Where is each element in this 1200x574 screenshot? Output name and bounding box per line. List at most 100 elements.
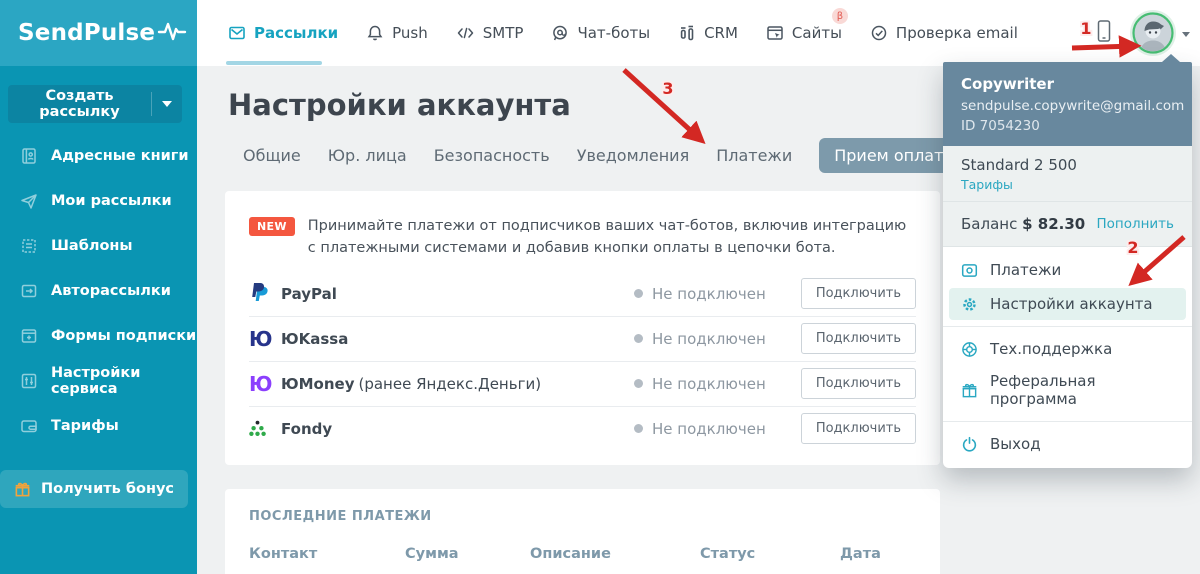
nav-item-campaigns[interactable]: Рассылки xyxy=(228,24,338,42)
sidebar-item-subscription-forms[interactable]: Формы подписки xyxy=(0,313,197,358)
gift-icon xyxy=(15,482,30,496)
crm-icon xyxy=(680,25,694,41)
sidebar-item-label: Мои рассылки xyxy=(51,192,172,209)
status-dot-icon xyxy=(634,379,643,389)
status-label: Не подключен xyxy=(652,329,766,348)
logout-icon xyxy=(962,436,977,452)
status-label: Не подключен xyxy=(652,284,766,303)
connect-button[interactable]: Подключить xyxy=(800,278,916,310)
sidebar-item-label: Настройки сервиса xyxy=(51,364,141,397)
sidebar-item-label: Авторассылки xyxy=(51,282,171,299)
nav-item-sites[interactable]: Сайты β xyxy=(766,8,848,42)
connect-button[interactable]: Подключить xyxy=(800,323,916,355)
balance-label: Баланс $ 82.30 xyxy=(961,215,1086,233)
create-campaign-button[interactable]: Создать рассылку xyxy=(8,85,182,123)
tab-general[interactable]: Общие xyxy=(243,146,301,165)
tab-security[interactable]: Безопасность xyxy=(434,146,550,165)
tab-accept-payments[interactable]: Прием оплат xyxy=(819,138,959,173)
menu-divider xyxy=(943,326,1192,327)
check-circle-icon xyxy=(871,25,887,41)
column-date: Дата xyxy=(840,545,881,562)
nav-label: Чат-боты xyxy=(577,24,651,42)
sidebar-item-templates[interactable]: Шаблоны xyxy=(0,223,197,268)
account-info: Copywriter sendpulse.copywrite@gmail.com… xyxy=(943,62,1192,146)
menu-item-referral-program[interactable]: Реферальная программа xyxy=(943,365,1192,415)
payment-row-paypal: PayPal Не подключен Подключить xyxy=(249,272,916,316)
create-campaign-label: Создать рассылку xyxy=(39,88,120,120)
create-campaign-caret[interactable] xyxy=(151,92,182,116)
status-dot-icon xyxy=(634,424,643,434)
address-book-icon xyxy=(22,147,36,164)
nav-item-push[interactable]: Push xyxy=(366,24,428,42)
tab-legal-entities[interactable]: Юр. лица xyxy=(328,146,407,165)
sidebar-item-label: Формы подписки xyxy=(51,327,197,344)
menu-divider xyxy=(943,421,1192,422)
sendpulse-app: SendPulse Создать рассылку Адресные книг… xyxy=(0,0,1200,574)
tab-notifications[interactable]: Уведомления xyxy=(577,146,690,165)
sidebar-item-service-settings[interactable]: Настройки сервиса xyxy=(0,358,197,403)
pricing-link[interactable]: Тарифы xyxy=(961,177,1174,192)
support-icon xyxy=(962,341,977,357)
mobile-app-icon[interactable] xyxy=(1096,19,1112,47)
status-dot-icon xyxy=(634,334,643,344)
status-label: Не подключен xyxy=(652,374,766,393)
fondy-icon xyxy=(249,420,281,437)
nav-label: Сайты xyxy=(791,24,842,42)
menu-item-label: Тех.поддержка xyxy=(990,340,1113,358)
avatar-chevron-icon[interactable] xyxy=(1182,32,1190,37)
recent-payments-card: ПОСЛЕДНИЕ ПЛАТЕЖИ Контакт Сумма Описание… xyxy=(225,488,940,574)
sidebar-item-label: Шаблоны xyxy=(51,237,133,254)
account-email: sendpulse.copywrite@gmail.com xyxy=(961,98,1185,114)
logo[interactable]: SendPulse xyxy=(0,0,197,66)
menu-item-label: Выход xyxy=(990,435,1041,453)
balance-section: Баланс $ 82.30 Пополнить xyxy=(943,202,1192,247)
menu-item-logout[interactable]: Выход xyxy=(943,428,1192,460)
campaigns-icon xyxy=(21,193,37,209)
menu-item-support[interactable]: Тех.поддержка xyxy=(943,333,1192,365)
column-description: Описание xyxy=(530,545,611,562)
browser-icon xyxy=(767,26,783,40)
payment-status: Не подключен xyxy=(634,330,766,348)
beta-badge: β xyxy=(831,8,848,24)
logo-text: SendPulse xyxy=(18,20,156,46)
topup-link[interactable]: Пополнить xyxy=(1096,216,1174,232)
new-badge: NEW xyxy=(249,217,295,236)
notice-text: Принимайте платежи от подписчиков ваших … xyxy=(307,218,907,257)
top-nav: Рассылки Push SMTP Чат-боты CRM Сайты β … xyxy=(197,0,1200,66)
sidebar-item-pricing[interactable]: Тарифы xyxy=(0,403,197,448)
plan-section: Standard 2 500 Тарифы xyxy=(943,146,1192,202)
avatar[interactable] xyxy=(1130,10,1176,56)
menu-item-label: Настройки аккаунта xyxy=(990,295,1153,313)
active-nav-underline xyxy=(226,61,322,65)
sidebar-item-autocampaigns[interactable]: Авторассылки xyxy=(0,268,197,313)
nav-item-chatbots[interactable]: Чат-боты xyxy=(551,24,650,42)
account-dropdown: Copywriter sendpulse.copywrite@gmail.com… xyxy=(943,54,1192,468)
payment-name: ЮKassa xyxy=(281,329,349,348)
account-menu-list: Платежи Настройки аккаунта Тех.поддержка… xyxy=(943,247,1192,468)
nav-label: CRM xyxy=(704,24,738,42)
service-settings-icon xyxy=(21,373,37,388)
sidebar-item-address-books[interactable]: Адресные книги xyxy=(0,133,197,178)
sidebar-menu: Адресные книги Мои рассылки Шаблоны Авто… xyxy=(0,133,197,448)
menu-item-payments[interactable]: Платежи xyxy=(943,254,1192,286)
nav-item-smtp[interactable]: SMTP xyxy=(456,24,523,42)
tab-payments[interactable]: Платежи xyxy=(716,146,792,165)
connect-button[interactable]: Подключить xyxy=(800,368,916,400)
nav-label: Рассылки xyxy=(254,24,339,42)
payment-status: Не подключен xyxy=(634,375,766,393)
autocampaigns-icon xyxy=(21,284,37,297)
connect-button[interactable]: Подключить xyxy=(800,413,916,445)
sidebar-item-my-campaigns[interactable]: Мои рассылки xyxy=(0,178,197,223)
recent-payments-header: Контакт Сумма Описание Статус Дата xyxy=(249,546,916,562)
yoomoney-icon: Ю xyxy=(249,371,273,396)
get-bonus-button[interactable]: Получить бонус xyxy=(0,470,188,508)
menu-item-account-settings[interactable]: Настройки аккаунта xyxy=(949,288,1186,320)
nav-label: Push xyxy=(392,24,428,42)
sidebar: SendPulse Создать рассылку Адресные книг… xyxy=(0,0,197,574)
column-amount: Сумма xyxy=(405,545,459,562)
subscription-forms-icon xyxy=(21,328,37,343)
nav-item-crm[interactable]: CRM xyxy=(678,24,738,42)
nav-label: Проверка email xyxy=(895,24,1018,42)
nav-item-email-verification[interactable]: Проверка email xyxy=(870,24,1018,42)
payment-status: Не подключен xyxy=(634,285,766,303)
